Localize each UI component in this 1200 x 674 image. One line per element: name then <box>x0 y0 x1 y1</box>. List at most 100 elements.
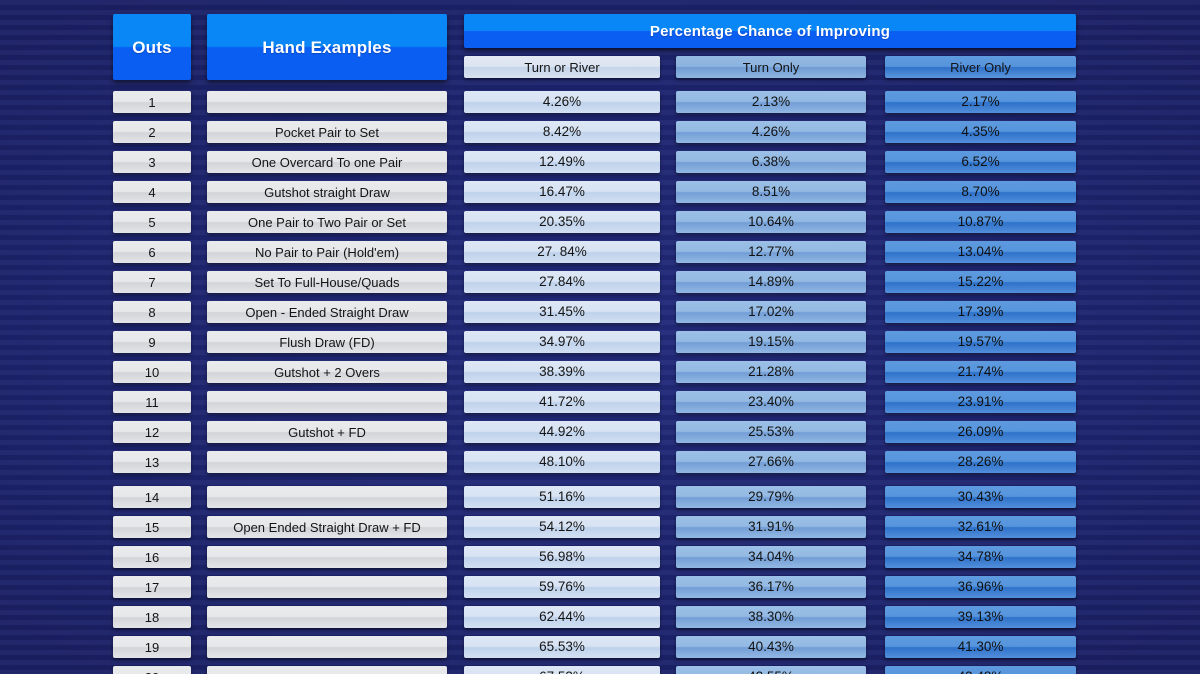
cell-river-only-value-text: 30.43% <box>957 489 1004 505</box>
cell-river-only-value-text: 13.04% <box>957 244 1004 260</box>
cell-turn-only-value-text: 17.02% <box>748 304 794 320</box>
cell-hand-example <box>207 391 447 413</box>
cell-outs-text: 6 <box>148 244 156 260</box>
cell-turn-or-river-value: 62.44% <box>464 606 660 628</box>
cell-hand-example: Set To Full-House/Quads <box>207 271 447 293</box>
cell-turn-only-value: 34.04% <box>676 546 866 568</box>
cell-hand-example-text: No Pair to Pair (Hold'em) <box>254 244 400 260</box>
cell-river-only-value-text: 36.96% <box>957 579 1004 595</box>
cell-river-only-value: 4.35% <box>885 121 1076 143</box>
cell-river-only-value-text: 28.26% <box>957 454 1004 470</box>
cell-hand-example <box>207 666 447 674</box>
cell-outs: 10 <box>113 361 191 383</box>
cell-outs-text: 13 <box>144 454 160 470</box>
cell-river-only-value: 19.57% <box>885 331 1076 353</box>
cell-outs: 20 <box>113 666 191 674</box>
cell-turn-or-river-value: 27.84% <box>464 271 660 293</box>
cell-turn-or-river-value: 8.42% <box>464 121 660 143</box>
cell-river-only-value-text: 6.52% <box>961 154 1000 170</box>
cell-river-only-value-text: 19.57% <box>957 334 1004 350</box>
cell-river-only-value: 34.78% <box>885 546 1076 568</box>
cell-turn-only-value: 29.79% <box>676 486 866 508</box>
cell-river-only-value: 21.74% <box>885 361 1076 383</box>
cell-river-only-value: 17.39% <box>885 301 1076 323</box>
cell-outs: 8 <box>113 301 191 323</box>
cell-river-only-value: 23.91% <box>885 391 1076 413</box>
cell-turn-or-river-value-text: 38.39% <box>539 364 585 380</box>
subheader-river-only-label: River Only <box>950 59 1011 75</box>
cell-hand-example: Open Ended Straight Draw + FD <box>207 516 447 538</box>
cell-turn-only-value-text: 14.89% <box>748 274 794 290</box>
cell-hand-example: One Overcard To one Pair <box>207 151 447 173</box>
cell-outs-text: 10 <box>144 364 160 380</box>
cell-turn-or-river-value-text: 20.35% <box>539 214 585 230</box>
cell-turn-only-value: 21.28% <box>676 361 866 383</box>
cell-turn-or-river-value: 44.92% <box>464 421 660 443</box>
cell-turn-only-value: 4.26% <box>676 121 866 143</box>
header-hand-examples-label: Hand Examples <box>262 37 392 57</box>
cell-river-only-value: 13.04% <box>885 241 1076 263</box>
cell-outs-text: 20 <box>145 671 159 674</box>
cell-turn-or-river-value: 51.16% <box>464 486 660 508</box>
cell-turn-or-river-value-text: 48.10% <box>539 454 585 470</box>
header-percentage-title-label: Percentage Chance of Improving <box>649 22 891 40</box>
cell-outs: 1 <box>113 91 191 113</box>
cell-hand-example <box>207 606 447 628</box>
cell-turn-or-river-value-text: 4.26% <box>542 94 582 110</box>
cell-turn-only-value: 40.43% <box>676 636 866 658</box>
cell-turn-or-river-value: 4.26% <box>464 91 660 113</box>
cell-turn-only-value-text: 4.26% <box>751 124 791 140</box>
cell-turn-or-river-value: 65.53% <box>464 636 660 658</box>
cell-turn-only-value: 10.64% <box>676 211 866 233</box>
cell-hand-example-text: Open - Ended Straight Draw <box>245 304 409 320</box>
cell-river-only-value: 6.52% <box>885 151 1076 173</box>
cell-turn-or-river-value-text: 41.72% <box>539 394 585 410</box>
cell-turn-only-value: 23.40% <box>676 391 866 413</box>
cell-outs-text: 15 <box>144 519 160 535</box>
cell-turn-only-value: 17.02% <box>676 301 866 323</box>
cell-hand-example <box>207 576 447 598</box>
cell-hand-example: Open - Ended Straight Draw <box>207 301 447 323</box>
cell-turn-only-value-text: 23.40% <box>748 394 794 410</box>
cell-turn-or-river-value-text: 12.49% <box>539 154 585 170</box>
cell-hand-example <box>207 451 447 473</box>
cell-river-only-value-text: 32.61% <box>957 519 1004 535</box>
cell-turn-only-value: 19.15% <box>676 331 866 353</box>
cell-turn-or-river-value: 38.39% <box>464 361 660 383</box>
header-outs-label: Outs <box>132 37 172 57</box>
cell-turn-only-value-text: 12.77% <box>748 244 794 260</box>
cell-turn-or-river-value-text: 27. 84% <box>537 244 587 260</box>
cell-river-only-value-text: 10.87% <box>957 214 1004 230</box>
cell-outs: 7 <box>113 271 191 293</box>
cell-turn-or-river-value: 41.72% <box>464 391 660 413</box>
cell-hand-example-text: Open Ended Straight Draw + FD <box>233 519 421 535</box>
cell-hand-example: No Pair to Pair (Hold'em) <box>207 241 447 263</box>
subheader-turn-or-river: Turn or River <box>464 56 660 78</box>
cell-outs: 4 <box>113 181 191 203</box>
cell-river-only-value: 28.26% <box>885 451 1076 473</box>
cell-turn-or-river-value: 54.12% <box>464 516 660 538</box>
cell-outs-text: 14 <box>144 489 160 505</box>
cell-hand-example-text: One Pair to Two Pair or Set <box>248 214 406 230</box>
cell-turn-only-value-text: 21.28% <box>748 364 794 380</box>
cell-outs: 3 <box>113 151 191 173</box>
cell-turn-or-river-value: 48.10% <box>464 451 660 473</box>
cell-turn-or-river-value: 27. 84% <box>464 241 660 263</box>
cell-river-only-value: 32.61% <box>885 516 1076 538</box>
cell-hand-example-text: Pocket Pair to Set <box>274 124 380 140</box>
cell-turn-only-value: 25.53% <box>676 421 866 443</box>
cell-river-only-value: 15.22% <box>885 271 1076 293</box>
cell-outs: 18 <box>113 606 191 628</box>
cell-river-only-value-text: 15.22% <box>957 274 1004 290</box>
cell-turn-only-value-text: 19.15% <box>748 334 794 350</box>
cell-river-only-value-text: 26.09% <box>957 424 1004 440</box>
cell-outs: 16 <box>113 546 191 568</box>
cell-turn-or-river-value-text: 62.44% <box>539 609 585 625</box>
cell-turn-or-river-value: 56.98% <box>464 546 660 568</box>
cell-river-only-value: 8.70% <box>885 181 1076 203</box>
cell-outs-text: 2 <box>148 124 156 140</box>
cell-turn-or-river-value: 20.35% <box>464 211 660 233</box>
cell-turn-or-river-value: 16.47% <box>464 181 660 203</box>
cell-river-only-value-text: 17.39% <box>957 304 1004 320</box>
cell-turn-or-river-value: 31.45% <box>464 301 660 323</box>
